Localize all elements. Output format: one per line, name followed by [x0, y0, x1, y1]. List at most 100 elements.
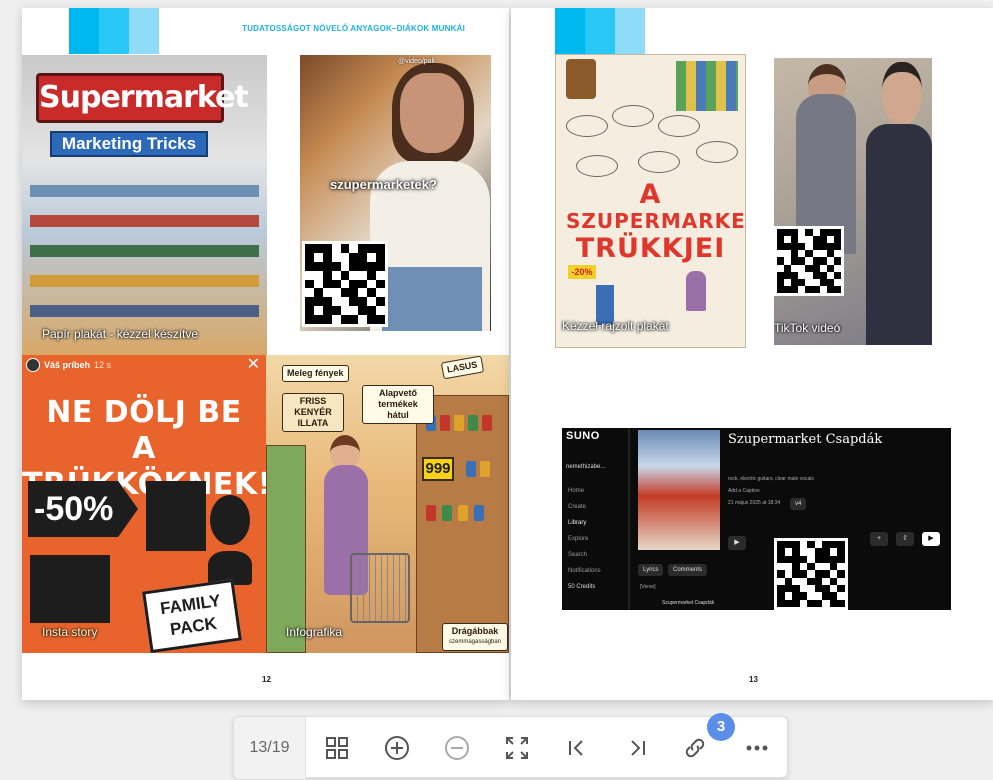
zoom-in-icon[interactable] [382, 733, 412, 763]
qr-cell [814, 555, 823, 563]
qr-cell [799, 570, 808, 578]
qr-cell [792, 585, 800, 593]
shelf [30, 305, 259, 317]
qr-cell [792, 563, 800, 571]
qr-cell [829, 599, 838, 607]
qr-cell [784, 271, 792, 279]
qr-cell [322, 306, 332, 316]
infographic-image[interactable]: 999 Meleg fények FRISS KENYÉR ILLATA Ala… [266, 355, 509, 653]
qr-cell [805, 243, 812, 250]
links-icon[interactable] [680, 733, 710, 763]
qr-cell [791, 250, 799, 258]
qr-cell [805, 250, 813, 258]
qr-cell [822, 585, 830, 593]
fullscreen-icon[interactable] [502, 733, 532, 763]
qr-cell [358, 288, 367, 297]
tiktok-video-image[interactable]: TikTok videó [774, 58, 932, 345]
qr-cell [837, 555, 845, 563]
qr-cell [777, 250, 784, 257]
person-drawing [686, 271, 706, 311]
qr-cell [784, 257, 791, 264]
more-icon[interactable] [742, 733, 772, 763]
first-page-icon[interactable] [562, 733, 592, 763]
suno-song-image[interactable]: SUNO nemethizabe... Home Create Library … [562, 428, 951, 610]
grid-view-icon[interactable] [322, 733, 352, 763]
qr-cell [800, 578, 808, 585]
qr-cell [805, 236, 812, 243]
qr-cell [376, 288, 385, 297]
qr-cell [777, 585, 785, 593]
qr-code-icon[interactable] [774, 226, 844, 296]
supermarket-sign: Supermarket [36, 73, 249, 123]
qr-cell [358, 306, 368, 316]
qr-cell [777, 592, 785, 600]
share-icon[interactable]: ⇧ [896, 532, 914, 546]
qr-cell [805, 229, 813, 237]
qr-cell [798, 265, 805, 272]
qr-cell [837, 599, 845, 607]
qr-cell [833, 257, 841, 265]
qr-cell [376, 261, 385, 271]
qr-cell [314, 280, 323, 289]
shelf [416, 395, 509, 653]
qr-cell [822, 578, 830, 585]
qr-cell [834, 265, 841, 272]
tab-lyrics[interactable]: Lyrics [638, 564, 664, 576]
version-badge: v4 [790, 498, 807, 510]
qr-cell [826, 243, 834, 251]
close-icon[interactable]: ✕ [247, 357, 260, 373]
page-header: TUDATOSSÁGOT NÖVELŐ ANYAGOK–DIÁKOK MUNKÁ… [242, 24, 465, 33]
qr-cell [798, 236, 805, 243]
qr-cell [807, 563, 815, 571]
qr-cell [777, 563, 785, 570]
product [474, 505, 484, 521]
qr-cell [812, 243, 820, 251]
video-image[interactable]: @video/pali szupermarketek? [300, 55, 491, 331]
qr-cell [791, 278, 799, 286]
last-page-icon[interactable] [622, 733, 652, 763]
product [458, 505, 468, 521]
qr-cell [798, 243, 806, 251]
zoom-out-icon[interactable] [442, 733, 472, 763]
qr-cell [349, 288, 359, 298]
qr-cell [376, 306, 385, 315]
add-caption: Add a Caption [728, 488, 760, 494]
hand-drawn-poster-image[interactable]: A SZUPERMARKETEK TRÜKKJEI -20% Kézzel ra… [555, 54, 746, 348]
qr-cell [792, 548, 800, 556]
qr-code-icon[interactable] [774, 538, 848, 610]
qr-cell [777, 229, 785, 237]
qr-cell [784, 243, 792, 251]
shelf-icon [146, 481, 206, 551]
qr-cell [323, 288, 332, 297]
qr-cell [305, 261, 314, 271]
suno-nav-item: Notifications [568, 568, 601, 574]
shelf [30, 275, 259, 287]
qr-code-icon[interactable] [302, 241, 388, 327]
add-icon[interactable]: + [870, 532, 888, 546]
qr-cell [826, 278, 834, 286]
page-indicator[interactable]: 13/19 [234, 717, 306, 779]
avatar [26, 358, 40, 372]
tab-comments[interactable]: Comments [668, 564, 708, 576]
discount-tag: -20% [568, 265, 596, 279]
qr-cell [331, 261, 341, 271]
header-stripe [129, 8, 159, 54]
basket-icon [566, 59, 596, 99]
qr-cell [799, 592, 808, 600]
qr-cell [791, 271, 799, 279]
suno-nav-item: Home [568, 488, 585, 494]
qr-cell [784, 236, 791, 243]
poster-title-line: NE DÖLJ BE [46, 395, 242, 430]
qr-cell [799, 555, 808, 563]
play-button[interactable]: ▶ [922, 532, 940, 546]
qr-cell [777, 548, 785, 556]
product [466, 461, 476, 477]
song-tags: rock, electric guitars, clear male vocal… [728, 476, 814, 482]
paper-poster-image[interactable]: Supermarket Marketing Tricks Papír plaká… [22, 55, 267, 355]
qr-cell [367, 288, 377, 298]
page-number: 13 [749, 675, 758, 684]
play-count-icon[interactable]: ▶ [728, 536, 746, 550]
qr-cell [777, 278, 785, 286]
qr-cell [813, 279, 820, 286]
insta-story-image[interactable]: Váš príbeh 12 s ✕ NE DÖLJ BE A TRÜKKÖKNE… [22, 355, 266, 653]
